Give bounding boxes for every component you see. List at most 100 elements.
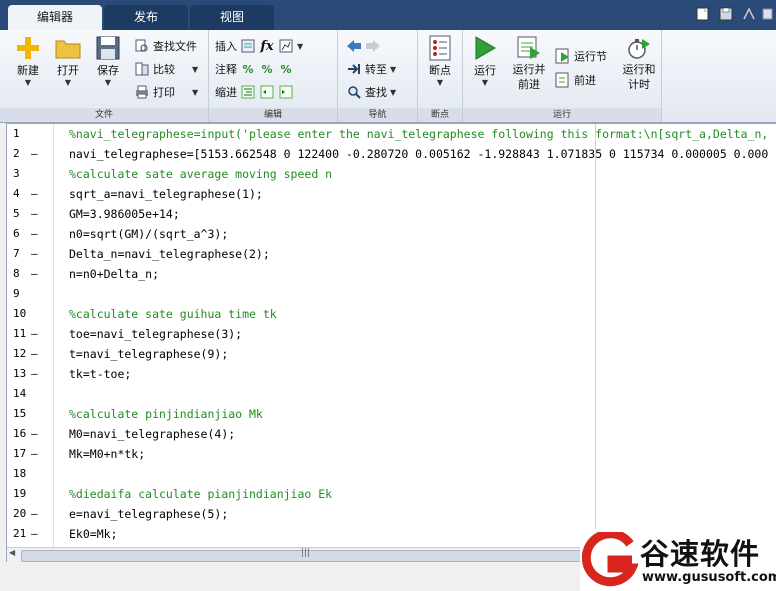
- insert-section-icon[interactable]: [240, 38, 256, 54]
- executable-line-marker[interactable]: —: [31, 524, 41, 544]
- code-text: %calculate pinjindianjiao Mk: [69, 407, 263, 421]
- advance-button[interactable]: 前进: [555, 70, 596, 90]
- insert-plot-icon[interactable]: [278, 38, 294, 54]
- code-line[interactable]: 17 — Mk=M0+n*tk;: [7, 444, 776, 464]
- code-line[interactable]: 1 %navi_telegraphese=input('please enter …: [7, 124, 776, 144]
- code-text: GM=3.986005e+14;: [69, 207, 180, 221]
- floppy-disk-icon: [94, 34, 122, 62]
- wrap-comment-icon[interactable]: %: [278, 61, 294, 77]
- forward-arrow-icon[interactable]: [365, 38, 381, 54]
- code-line[interactable]: 4 — sqrt_a=navi_telegraphese(1);: [7, 184, 776, 204]
- code-line[interactable]: 10 %calculate sate guihua time tk: [7, 304, 776, 324]
- code-line[interactable]: 16 — M0=navi_telegraphese(4);: [7, 424, 776, 444]
- group-run-label: 运行: [463, 108, 661, 122]
- run-and-time-button[interactable]: 运行和 计时: [617, 34, 661, 92]
- executable-line-marker[interactable]: —: [31, 184, 41, 204]
- executable-line-marker[interactable]: —: [31, 364, 41, 384]
- code-line[interactable]: 14: [7, 384, 776, 404]
- new-button[interactable]: 新建 ▼: [8, 34, 48, 87]
- code-line[interactable]: 6 — n0=sqrt(GM)/(sqrt_a^3);: [7, 224, 776, 244]
- code-line[interactable]: 15 %calculate pinjindianjiao Mk: [7, 404, 776, 424]
- code-line[interactable]: 13 — tk=t-toe;: [7, 364, 776, 384]
- line-number: 19: [13, 487, 27, 500]
- code-line[interactable]: 9: [7, 284, 776, 304]
- compare-label: 比较: [153, 63, 175, 76]
- chevron-down-icon: ▼: [481, 78, 489, 87]
- code-line[interactable]: 19 %diedaifa calculate pianjindianjiao Ek: [7, 484, 776, 504]
- decrease-indent-icon[interactable]: [278, 84, 294, 100]
- print-button[interactable]: 打印 ▼: [134, 82, 198, 102]
- executable-line-marker[interactable]: —: [31, 204, 41, 224]
- breakpoints-button[interactable]: 断点 ▼: [420, 34, 460, 87]
- code-text: %navi_telegraphese=input('please enter t…: [69, 127, 769, 141]
- executable-line-marker[interactable]: —: [31, 324, 41, 344]
- executable-line-marker[interactable]: —: [31, 504, 41, 524]
- increase-indent-icon[interactable]: [259, 84, 275, 100]
- executable-line-marker[interactable]: —: [31, 144, 41, 164]
- goto-label: 转至: [365, 63, 387, 76]
- code-text: tk=t-toe;: [69, 367, 132, 381]
- code-line[interactable]: 20 — e=navi_telegraphese(5);: [7, 504, 776, 524]
- save-quick-icon[interactable]: [717, 6, 735, 24]
- back-arrow-icon[interactable]: [346, 38, 362, 54]
- executable-line-marker[interactable]: —: [31, 424, 41, 444]
- code-text: toe=navi_telegraphese(3);: [69, 327, 243, 341]
- function-icon[interactable]: fx: [259, 38, 275, 54]
- run-time-label: 运行和 计时: [622, 63, 656, 91]
- copy-quick-icon[interactable]: [760, 6, 776, 24]
- code-line[interactable]: 11 — toe=navi_telegraphese(3);: [7, 324, 776, 344]
- insert-button[interactable]: 插入 fx ▼: [215, 36, 303, 56]
- indent-button[interactable]: 缩进: [215, 82, 294, 102]
- line-number: 16: [13, 427, 27, 440]
- code-line[interactable]: 5 — GM=3.986005e+14;: [7, 204, 776, 224]
- group-breakpoints-label: 断点: [418, 108, 462, 122]
- find-button[interactable]: 查找 ▼: [346, 82, 396, 102]
- open-button[interactable]: 打开 ▼: [48, 34, 88, 87]
- code-text: navi_telegraphese=[5153.662548 0 122400 …: [69, 147, 769, 161]
- executable-line-marker[interactable]: —: [31, 264, 41, 284]
- cut-quick-icon[interactable]: [740, 6, 758, 24]
- code-text: %diedaifa calculate pianjindianjiao Ek: [69, 487, 333, 501]
- search-icon: [346, 84, 362, 100]
- code-line[interactable]: 8 — n=n0+Delta_n;: [7, 264, 776, 284]
- run-button[interactable]: 运行 ▼: [465, 34, 505, 87]
- code-line[interactable]: 3 %calculate sate average moving speed n: [7, 164, 776, 184]
- group-edit: 插入 fx ▼ 注释 % % % 缩进 编辑: [209, 30, 338, 122]
- run-section-icon: [555, 48, 571, 64]
- executable-line-marker[interactable]: —: [31, 244, 41, 264]
- line-number: 21: [13, 527, 27, 540]
- group-breakpoints: 断点 ▼ 断点: [418, 30, 463, 122]
- code-text: sqrt_a=navi_telegraphese(1);: [69, 187, 263, 201]
- executable-line-marker[interactable]: —: [31, 224, 41, 244]
- tab-view[interactable]: 视图: [190, 5, 274, 30]
- plus-icon: [14, 34, 42, 62]
- open-label: 打开: [57, 64, 79, 77]
- print-label: 打印: [153, 86, 175, 99]
- uncomment-percent-icon[interactable]: %: [259, 61, 275, 77]
- group-file: 新建 ▼ 打开 ▼ 保存 ▼ 查找文件 比较 ▼ 打印 ▼ 文件: [0, 30, 209, 122]
- comment-percent-icon[interactable]: %: [240, 61, 256, 77]
- run-section-button[interactable]: 运行节: [555, 46, 607, 66]
- tab-publish[interactable]: 发布: [104, 5, 188, 30]
- executable-line-marker[interactable]: —: [31, 344, 41, 364]
- save-label: 保存: [97, 64, 119, 77]
- find-files-button[interactable]: 查找文件: [134, 36, 197, 56]
- code-line[interactable]: 2 — navi_telegraphese=[5153.662548 0 12240…: [7, 144, 776, 164]
- code-line[interactable]: 18: [7, 464, 776, 484]
- save-button[interactable]: 保存 ▼: [88, 34, 128, 87]
- line-number: 9: [13, 287, 20, 300]
- code-line[interactable]: 7 — Delta_n=navi_telegraphese(2);: [7, 244, 776, 264]
- quick-access-icon[interactable]: [694, 6, 712, 24]
- tab-editor[interactable]: 编辑器: [8, 5, 102, 30]
- code-editor[interactable]: 1 %navi_telegraphese=input('please enter …: [6, 123, 776, 563]
- executable-line-marker[interactable]: —: [31, 444, 41, 464]
- smart-indent-icon[interactable]: [240, 84, 256, 100]
- compare-button[interactable]: 比较 ▼: [134, 59, 198, 79]
- line-number: 2: [13, 147, 20, 160]
- scroll-left-arrow-icon[interactable]: ◀: [9, 548, 15, 557]
- comment-button[interactable]: 注释 % % %: [215, 59, 294, 79]
- run-and-advance-button[interactable]: 运行并 前进: [507, 34, 551, 92]
- folder-icon: [54, 34, 82, 62]
- goto-button[interactable]: 转至 ▼: [346, 59, 396, 79]
- code-line[interactable]: 12 — t=navi_telegraphese(9);: [7, 344, 776, 364]
